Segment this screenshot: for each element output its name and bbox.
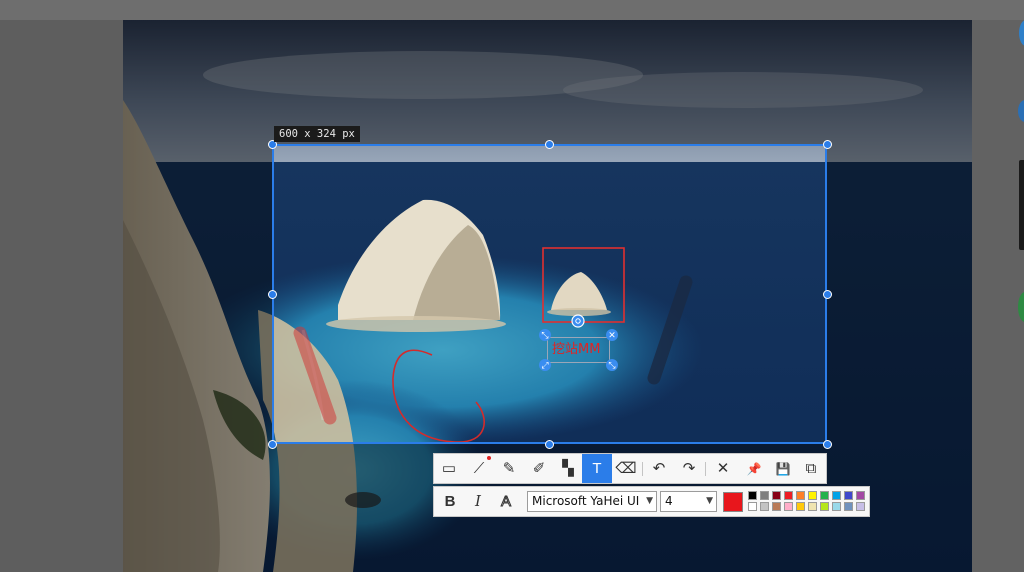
mosaic-tool[interactable]: ▚ — [553, 454, 583, 483]
capture-toolbar: ▭ ⟋ ✎ ✐ ▚ T ⌫ ↶ ↷ ✕ 📌 💾 ⧉ — [433, 453, 827, 484]
color-swatch[interactable] — [784, 502, 793, 511]
resize-handle-top-right[interactable] — [823, 140, 832, 149]
pin-button[interactable]: 📌 — [739, 454, 769, 483]
text-icon: T — [592, 460, 602, 477]
italic-button[interactable]: I — [464, 487, 492, 516]
resize-handle-bottom[interactable] — [545, 440, 554, 449]
text-options-bar: B I A Microsoft YaHei UI ▼ 4 ▼ — [433, 486, 870, 517]
font-family-select[interactable]: Microsoft YaHei UI ▼ — [527, 491, 657, 512]
color-swatch[interactable] — [856, 491, 865, 500]
color-swatch[interactable] — [856, 502, 865, 511]
color-swatch[interactable] — [796, 491, 805, 500]
rectangle-tool[interactable]: ▭ — [434, 454, 464, 483]
redo-icon: ↷ — [682, 460, 696, 477]
text-delete-icon[interactable]: ✕ — [606, 329, 618, 341]
color-swatch[interactable] — [760, 491, 769, 500]
copy-icon: ⧉ — [805, 460, 817, 477]
pen-tool[interactable]: ✎ — [494, 454, 524, 483]
copy-button[interactable]: ⧉ — [796, 454, 826, 483]
color-swatch[interactable] — [784, 491, 793, 500]
color-swatch[interactable] — [772, 491, 781, 500]
text-resize-bottom-left-icon[interactable]: ⤢ — [539, 359, 551, 371]
color-swatch[interactable] — [820, 502, 829, 511]
color-swatch[interactable] — [748, 491, 757, 500]
undo-button[interactable]: ↶ — [644, 454, 674, 483]
undo-icon: ↶ — [652, 460, 666, 477]
text-resize-top-left-icon[interactable]: ⤡ — [539, 329, 551, 341]
font-size-value: 4 — [665, 494, 673, 508]
close-icon: ✕ — [716, 460, 730, 477]
color-swatch[interactable] — [808, 491, 817, 500]
eraser-tool[interactable]: ⌫ — [611, 454, 641, 483]
toolbar-separator — [642, 462, 643, 476]
resize-handle-right[interactable] — [823, 290, 832, 299]
text-annotation[interactable]: 挖站MM — [547, 337, 610, 363]
color-swatch[interactable] — [796, 502, 805, 511]
resize-handle-bottom-left[interactable] — [268, 440, 277, 449]
save-icon: 💾 — [775, 462, 791, 476]
current-color-swatch[interactable] — [723, 492, 743, 512]
highlighter-tool[interactable]: ✐ — [524, 454, 554, 483]
cancel-button[interactable]: ✕ — [708, 454, 738, 483]
color-swatch[interactable] — [760, 502, 769, 511]
resize-handle-top[interactable] — [545, 140, 554, 149]
selection-frame[interactable] — [272, 144, 827, 444]
font-size-select[interactable]: 4 ▼ — [660, 491, 717, 512]
color-swatch[interactable] — [832, 502, 841, 511]
polyline-icon: ⟋ — [473, 460, 485, 477]
highlighter-icon: ✐ — [532, 460, 546, 477]
chevron-down-icon: ▼ — [646, 496, 653, 506]
toolbar-separator — [705, 462, 706, 476]
mosaic-icon: ▚ — [562, 460, 574, 477]
color-swatch[interactable] — [820, 491, 829, 500]
font-family-value: Microsoft YaHei UI — [532, 494, 640, 508]
resize-handle-left[interactable] — [268, 290, 277, 299]
color-swatch[interactable] — [808, 502, 817, 511]
outline-text-button[interactable]: A — [492, 487, 520, 516]
text-resize-bottom-right-icon[interactable]: ⤡ — [606, 359, 618, 371]
color-swatch[interactable] — [772, 502, 781, 511]
polyline-badge-dot — [487, 456, 491, 460]
resize-handle-bottom-right[interactable] — [823, 440, 832, 449]
color-swatch[interactable] — [844, 502, 853, 511]
text-tool[interactable]: T — [582, 454, 612, 483]
chevron-down-icon: ▼ — [706, 496, 713, 506]
save-button[interactable]: 💾 — [768, 454, 798, 483]
bold-button[interactable]: B — [436, 487, 464, 516]
pin-icon: 📌 — [746, 462, 762, 476]
shape-icon: ▭ — [441, 460, 457, 477]
color-swatch[interactable] — [832, 491, 841, 500]
pencil-icon: ✎ — [502, 460, 516, 477]
eraser-icon: ⌫ — [615, 460, 637, 477]
selection-size-label: 600 x 324 px — [274, 126, 360, 142]
redo-button[interactable]: ↷ — [674, 454, 704, 483]
color-swatch[interactable] — [748, 502, 757, 511]
color-swatch[interactable] — [844, 491, 853, 500]
